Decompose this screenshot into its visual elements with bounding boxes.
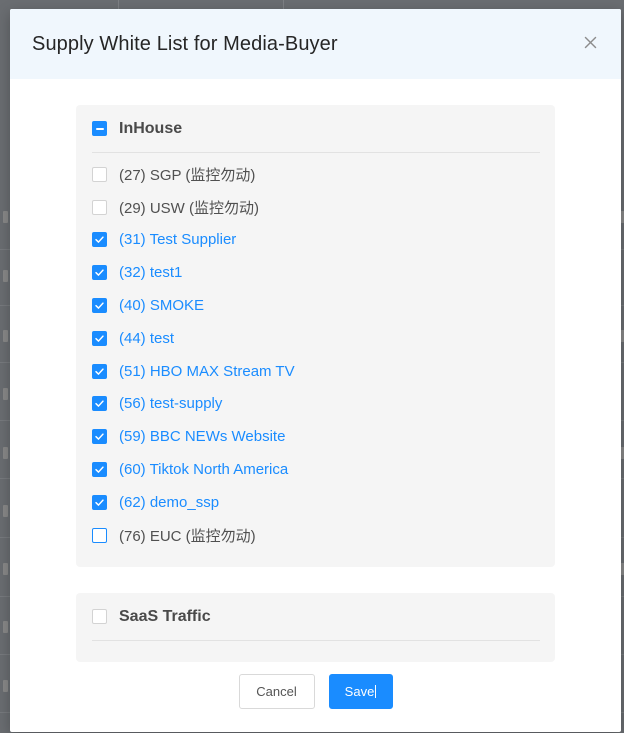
supplier-label: (59) BBC NEWs Website <box>119 428 286 446</box>
background-text <box>3 211 8 223</box>
saas-group-header[interactable]: SaaS Traffic <box>92 593 540 641</box>
supplier-item[interactable]: (44) test <box>92 322 540 355</box>
supplier-label: (51) HBO MAX Stream TV <box>119 362 295 380</box>
supplier-checkbox[interactable] <box>92 462 107 478</box>
supplier-checkbox[interactable] <box>92 298 107 314</box>
supplier-item[interactable]: (62) demo_ssp <box>92 486 540 519</box>
supplier-label: (56) test-supply <box>119 395 223 413</box>
modal-header: Supply White List for Media-Buyer <box>10 9 621 79</box>
background-text <box>3 563 8 575</box>
inhouse-group-header[interactable]: InHouse <box>92 105 540 153</box>
supplier-item[interactable]: (56) test-supply <box>92 388 540 421</box>
supplier-label: (60) Tiktok North America <box>119 461 289 479</box>
saas-group-label: SaaS Traffic <box>119 607 211 625</box>
inhouse-select-all-checkbox[interactable] <box>92 121 107 136</box>
supplier-item[interactable]: (59) BBC NEWs Website <box>92 420 540 453</box>
background-text <box>3 330 8 342</box>
supplier-label: (29) USW (监控勿动) <box>119 199 259 217</box>
supplier-item[interactable]: (31) Test Supplier <box>92 224 540 257</box>
background-text <box>3 270 8 282</box>
supplier-label: (62) demo_ssp <box>119 493 220 511</box>
supplier-checkbox[interactable] <box>92 363 107 379</box>
supplier-checkbox[interactable] <box>92 527 107 543</box>
supplier-label: (32) test1 <box>119 264 183 282</box>
supplier-item[interactable]: (76) EUC (监控勿动) <box>92 519 540 552</box>
inhouse-group-label: InHouse <box>119 119 183 137</box>
saas-select-all-checkbox[interactable] <box>92 609 107 624</box>
background-text <box>3 447 8 459</box>
modal-title: Supply White List for Media-Buyer <box>32 32 338 55</box>
supplier-checkbox[interactable] <box>92 330 107 346</box>
supplier-item[interactable]: (29) USW (监控勿动) <box>92 191 540 224</box>
supplier-label: (27) SGP (监控勿动) <box>119 166 256 184</box>
supplier-checkbox[interactable] <box>92 396 107 412</box>
supply-whitelist-modal: Supply White List for Media-Buyer InHous… <box>10 9 621 732</box>
background-text <box>3 621 8 633</box>
save-button[interactable]: Save <box>328 674 393 709</box>
save-button-label: Save <box>344 684 375 699</box>
modal-footer: Cancel Save <box>10 674 621 709</box>
supplier-item[interactable]: (60) Tiktok North America <box>92 453 540 486</box>
cancel-button[interactable]: Cancel <box>238 674 315 709</box>
supplier-checkbox[interactable] <box>92 232 107 248</box>
close-icon[interactable] <box>581 33 599 51</box>
supplier-checkbox[interactable] <box>92 429 107 445</box>
inhouse-item-list: (27) SGP (监控勿动) (29) USW (监控勿动) (31) Test … <box>92 158 540 552</box>
supplier-label: (31) Test Supplier <box>119 231 237 249</box>
saas-group: SaaS Traffic <box>76 593 555 662</box>
supplier-item[interactable]: (40) SMOKE <box>92 289 540 322</box>
supplier-label: (76) EUC (监控勿动) <box>119 527 256 545</box>
supplier-label: (44) test <box>119 329 175 347</box>
supplier-label: (40) SMOKE <box>119 297 205 315</box>
inhouse-group: InHouse (27) SGP (监控勿动) (29) USW (监控勿动) (3… <box>76 105 555 567</box>
supplier-checkbox[interactable] <box>92 494 107 510</box>
background-text <box>3 680 8 692</box>
supplier-checkbox[interactable] <box>92 166 107 182</box>
supplier-checkbox[interactable] <box>92 199 107 215</box>
supplier-item[interactable]: (51) HBO MAX Stream TV <box>92 355 540 388</box>
text-cursor <box>375 685 377 698</box>
supplier-item[interactable]: (27) SGP (监控勿动) <box>92 158 540 191</box>
supplier-checkbox[interactable] <box>92 265 107 281</box>
background-text <box>3 388 8 400</box>
supplier-item[interactable]: (32) test1 <box>92 256 540 289</box>
background-text <box>3 505 8 517</box>
